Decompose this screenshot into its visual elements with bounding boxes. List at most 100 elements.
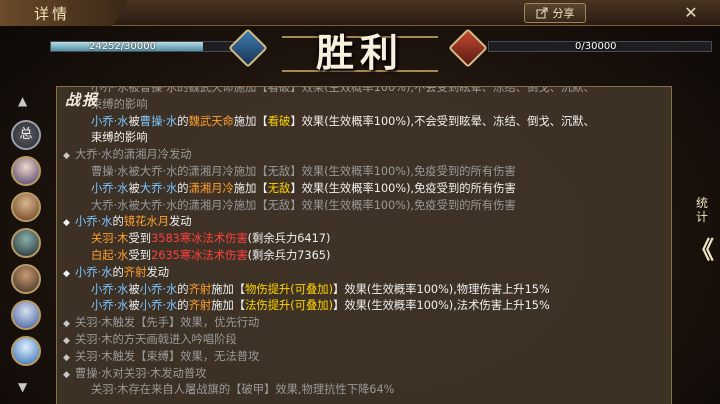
log-segment: 齐射 <box>188 299 212 313</box>
log-segment: 被 <box>128 299 140 313</box>
filter-all-button[interactable]: 总 <box>11 120 41 150</box>
close-button[interactable]: ✕ <box>680 3 702 23</box>
log-segment: 束缚的影响 <box>91 131 148 145</box>
scroll-down-icon[interactable]: ▼ <box>18 380 27 394</box>
log-segment: 】效果(生效概率100%),不会受到眩晕、冻结、倒戈、沉默、 <box>290 114 595 128</box>
log-segment: 大乔·水被大乔·水的潇湘月冷施加【无敌】效果(生效概率100%),免疫受到的所有… <box>91 198 516 212</box>
ally-shield-icon <box>228 28 268 68</box>
log-line: 小乔·水被大乔·水的潇湘月冷施加【无敌】效果(生效概率100%),免疫受到的所有… <box>57 181 671 198</box>
enemy-hp-text: 0/30000 <box>575 41 617 52</box>
log-segment: 镜花水月 <box>123 215 169 229</box>
log-segment: 的 <box>177 299 189 313</box>
log-line: ◆ 曹操·水对关羽·木发动普攻 <box>57 366 671 383</box>
log-line: 束缚的影响 <box>57 97 671 114</box>
hero-avatar-4[interactable] <box>11 264 41 294</box>
log-segment: 小乔·水 <box>139 282 178 296</box>
log-line: 白起·水受到2635寒冰法术伤害(剩余兵力7365) <box>57 248 671 265</box>
log-line: 关羽·木受到3583寒冰法术伤害(剩余兵力6417) <box>57 231 671 248</box>
log-segment: 齐射 <box>188 282 212 296</box>
log-segment: 被 <box>128 181 140 195</box>
scroll-up-icon[interactable]: ▲ <box>18 94 27 108</box>
log-segment: 齐射 <box>123 265 147 279</box>
log-segment: (剩余兵力6417) <box>247 232 331 246</box>
log-line: ◆ 关羽·木触发【先手】效果，优先行动 <box>57 315 671 332</box>
log-bullet-icon: ◆ <box>63 352 70 363</box>
log-segment: 】效果(生效概率100%),免疫受到的所有伤害 <box>290 181 516 195</box>
log-line: ◆ 大乔·水的潇湘月冷发动 <box>57 147 671 164</box>
ally-hp-text: 24252/30000 <box>89 41 156 52</box>
log-line: 关羽·木存在来自人屠战旗的【破甲】效果,物理抗性下降64% <box>57 382 671 399</box>
log-line: ◆ 小乔·水的齐射发动 <box>57 265 671 282</box>
log-segment: 束缚的影响 <box>91 97 148 111</box>
log-segment: 小乔·水 <box>91 181 129 195</box>
enemy-hp-bar: 0/30000 <box>488 41 712 52</box>
log-segment: 的 <box>177 282 189 296</box>
hero-avatar-2[interactable] <box>11 192 41 222</box>
log-segment: 】效果(生效概率100%),法术伤害上升15% <box>333 299 550 313</box>
ally-hp-bar: 24252/30000 <box>50 41 240 52</box>
log-line: 大乔·水被大乔·水的潇湘月冷施加【无敌】效果(生效概率100%),免疫受到的所有… <box>57 198 671 215</box>
share-label: 分享 <box>552 7 575 20</box>
hero-avatar-3[interactable] <box>11 228 41 258</box>
log-segment: 法伤提升(可叠加) <box>245 299 334 313</box>
log-segment: 受到 <box>128 248 152 262</box>
log-segment: 关羽·木存在来自人屠战旗的【破甲】效果,物理抗性下降64% <box>91 383 395 397</box>
log-segment: 施加【 <box>211 299 246 313</box>
log-bullet-icon: ◆ <box>63 319 70 330</box>
log-line: ◆ 关羽·木触发【束缚】效果，无法普攻 <box>57 349 671 366</box>
log-segment: 物伤提升(可叠加) <box>245 282 334 296</box>
log-segment: 3583寒冰法术伤害 <box>151 232 248 246</box>
log-segment: 关羽·木触发【束缚】效果，无法普攻 <box>75 349 260 363</box>
log-segment: 的 <box>112 265 124 279</box>
hero-avatar-5[interactable] <box>11 300 41 330</box>
log-segment: 小乔·水 <box>91 114 129 128</box>
battle-log: 小乔·水被曹操·水的魏武天命施加【看破】效果(生效概率100%),不会受到眩晕、… <box>57 86 671 399</box>
log-line: 小乔·水被小乔·水的齐射施加【物伤提升(可叠加)】效果(生效概率100%),物理… <box>57 282 671 299</box>
log-bullet-icon: ◆ <box>63 268 70 279</box>
stats-expand-icon[interactable]: 《 <box>690 232 714 268</box>
hero-avatar-6[interactable] <box>11 336 41 366</box>
log-segment: 】效果(生效概率100%),物理伤害上升15% <box>333 282 550 296</box>
log-line: ◆ 关羽·木的方天画戟进入吟唱阶段 <box>57 332 671 349</box>
battle-result: 胜利 <box>315 30 404 75</box>
log-bullet-icon: ◆ <box>63 218 70 229</box>
log-segment: 发动 <box>146 265 170 279</box>
top-bar: 详情 分享 ✕ <box>0 0 720 26</box>
log-segment: 被 <box>128 282 140 296</box>
log-segment: 关羽·木 <box>91 232 129 246</box>
log-segment: 看破 <box>267 114 291 128</box>
page-title: 详情 <box>34 5 71 23</box>
log-segment: 无敌 <box>267 181 291 195</box>
log-segment: 小乔·水 <box>91 299 129 313</box>
panel-header: 战报 <box>65 91 100 109</box>
log-line: 束缚的影响 <box>57 130 671 147</box>
log-segment: 的 <box>177 114 189 128</box>
log-segment: 的 <box>177 181 189 195</box>
log-segment: 小乔·水 <box>91 282 129 296</box>
log-segment: 小乔·水被曹操·水的魏武天命施加【看破】效果(生效概率100%),不会受到眩晕、… <box>91 86 595 94</box>
log-segment: 施加【 <box>233 181 268 195</box>
log-segment: 魏武天命 <box>188 114 234 128</box>
log-segment: 施加【 <box>233 114 268 128</box>
log-segment: 关羽·木的方天画戟进入吟唱阶段 <box>75 332 237 346</box>
enemy-banner-icon <box>448 28 488 68</box>
battle-report-panel[interactable]: 小乔·水被曹操·水的魏武天命施加【看破】效果(生效概率100%),不会受到眩晕、… <box>56 86 672 404</box>
log-segment: 被 <box>128 114 140 128</box>
log-segment: (剩余兵力7365) <box>247 248 331 262</box>
log-segment: 施加【 <box>211 282 246 296</box>
log-bullet-icon: ◆ <box>63 335 70 346</box>
log-segment: 的 <box>112 215 124 229</box>
log-line: ◆ 小乔·水的镜花水月发动 <box>57 214 671 231</box>
log-segment: 发动 <box>169 215 192 229</box>
share-button[interactable]: 分享 <box>524 3 586 23</box>
hero-avatar-1[interactable] <box>11 156 41 186</box>
log-bullet-icon: ◆ <box>63 151 70 162</box>
log-segment: 小乔·水 <box>75 215 113 229</box>
stats-label[interactable]: 统计 <box>692 196 712 224</box>
log-segment: 小乔·水 <box>75 265 113 279</box>
log-segment: 曹操·水 <box>139 114 178 128</box>
log-segment: 白起·水 <box>91 248 129 262</box>
log-segment: 曹操·水被大乔·水的潇湘月冷施加【无敌】效果(生效概率100%),免疫受到的所有… <box>91 164 516 178</box>
log-segment: 2635寒冰法术伤害 <box>151 248 248 262</box>
close-icon: ✕ <box>684 3 698 22</box>
